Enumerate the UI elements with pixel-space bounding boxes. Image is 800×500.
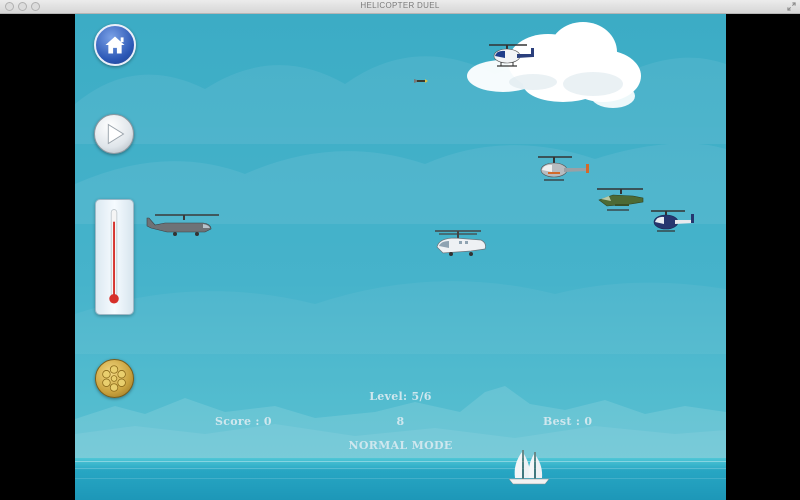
play-button[interactable] <box>94 114 134 154</box>
missile-projectile <box>414 79 428 83</box>
helicopter-green-attack <box>597 188 644 211</box>
heat-gauge-fill <box>113 221 115 297</box>
sailboat-image <box>508 450 550 485</box>
home-button[interactable] <box>94 24 136 66</box>
game-mode-label: NORMAL MODE <box>348 439 453 452</box>
window-title: HELICOPTER DUEL <box>360 1 440 10</box>
helicopter-blue-white <box>489 44 534 67</box>
player-helicopter <box>435 230 486 256</box>
helicopter-grey-transport <box>146 214 219 236</box>
thermometer-icon <box>109 209 119 304</box>
level-indicator: Level: 5/6 <box>369 390 432 403</box>
fullscreen-icon[interactable] <box>787 2 796 11</box>
window-titlebar: HELICOPTER DUEL <box>0 0 800 14</box>
heat-gauge <box>95 199 134 315</box>
best-score-label: Best : 0 <box>543 415 593 428</box>
sea-wave-line <box>75 461 726 462</box>
home-icon <box>105 36 125 54</box>
helicopter-grey-orange <box>538 156 589 181</box>
sea-wave-line <box>75 468 726 469</box>
game-canvas[interactable]: Level: 5/6 Score : 0 8 Best : 0 NORMAL M… <box>75 14 726 500</box>
enemy-counter: 8 <box>396 415 405 428</box>
helicopter-navy-white <box>651 210 694 232</box>
sea <box>75 458 726 500</box>
sea-wave-line <box>75 478 726 479</box>
play-icon <box>107 123 125 145</box>
